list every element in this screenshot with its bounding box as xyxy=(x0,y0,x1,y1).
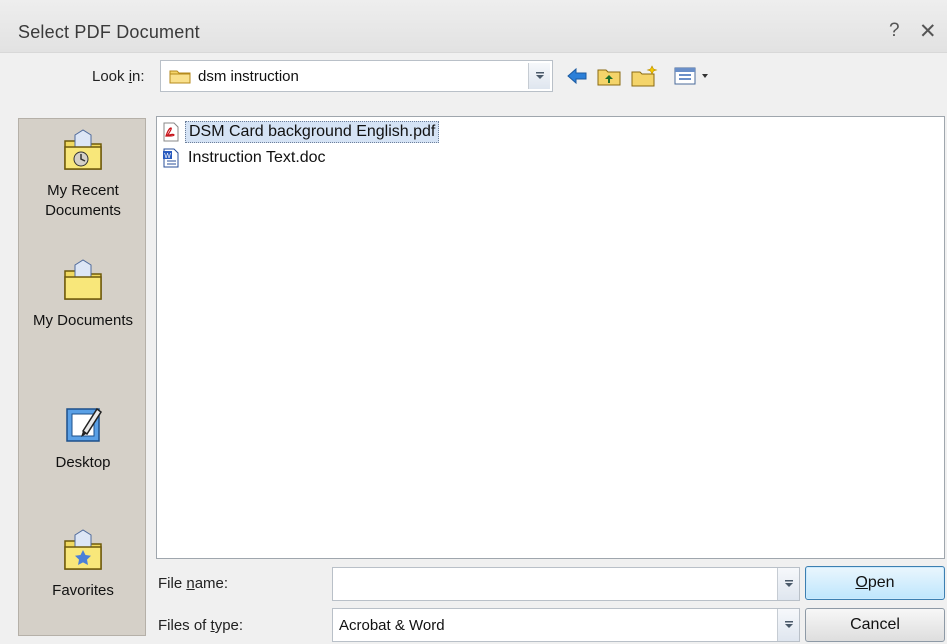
places-bar: My Recent Documents My Documents Desktop xyxy=(18,118,146,636)
filetype-dropdown-arrow[interactable] xyxy=(777,609,799,641)
place-label: Favorites xyxy=(52,582,114,599)
desktop-icon xyxy=(66,407,103,442)
up-one-level-icon[interactable] xyxy=(596,64,622,88)
help-button[interactable]: ? xyxy=(889,20,900,42)
window-title: Select PDF Document xyxy=(18,22,200,42)
close-button[interactable]: ✕ xyxy=(919,19,937,44)
favorites-icon xyxy=(64,529,102,570)
recent-documents-icon xyxy=(64,129,102,170)
filename-field[interactable] xyxy=(332,567,800,601)
filetype-label: Files of type: xyxy=(158,617,244,634)
word-document-icon: W xyxy=(163,148,179,168)
place-my-recent-documents[interactable]: My Recent Documents xyxy=(19,129,147,221)
place-desktop[interactable]: Desktop xyxy=(19,401,147,473)
lookin-label: Look in: xyxy=(92,68,145,85)
pdf-file-icon xyxy=(163,122,179,142)
svg-text:W: W xyxy=(164,153,171,160)
file-list[interactable]: DSM Card background English.pdf W Instru… xyxy=(156,116,945,559)
place-my-documents[interactable]: My Documents xyxy=(19,259,147,331)
chevron-down-icon xyxy=(785,621,793,628)
file-name: Instruction Text.doc xyxy=(188,149,326,166)
chevron-down-icon xyxy=(536,72,544,79)
view-menu-icon[interactable] xyxy=(672,64,712,88)
place-label: Documents xyxy=(45,202,121,219)
filetype-value: Acrobat & Word xyxy=(339,617,445,634)
cancel-button[interactable]: Cancel xyxy=(805,608,945,642)
my-documents-icon xyxy=(64,259,102,300)
new-folder-icon[interactable] xyxy=(630,64,660,88)
file-item[interactable]: DSM Card background English.pdf xyxy=(161,121,440,143)
title-bar: Select PDF Document ? ✕ xyxy=(0,0,947,53)
chevron-down-icon xyxy=(785,580,793,587)
place-label: My Documents xyxy=(32,312,134,329)
file-item[interactable]: W Instruction Text.doc xyxy=(161,147,329,169)
back-arrow-icon[interactable] xyxy=(566,64,588,88)
filetype-select[interactable]: Acrobat & Word xyxy=(332,608,800,642)
place-label: Desktop xyxy=(55,454,111,471)
file-name: DSM Card background English.pdf xyxy=(185,121,440,143)
place-favorites[interactable]: Favorites xyxy=(19,529,147,601)
lookin-dropdown[interactable]: dsm instruction xyxy=(160,60,553,92)
filename-label: File name: xyxy=(158,575,229,592)
filename-dropdown-arrow[interactable] xyxy=(777,568,799,600)
lookin-dropdown-arrow[interactable] xyxy=(528,63,550,89)
open-button[interactable]: Open xyxy=(805,566,945,600)
select-pdf-dialog: Select PDF Document ? ✕ Look in: dsm ins… xyxy=(0,0,947,644)
place-label: My Recent xyxy=(47,182,119,199)
lookin-value: dsm instruction xyxy=(198,68,299,85)
folder-icon xyxy=(169,70,191,84)
